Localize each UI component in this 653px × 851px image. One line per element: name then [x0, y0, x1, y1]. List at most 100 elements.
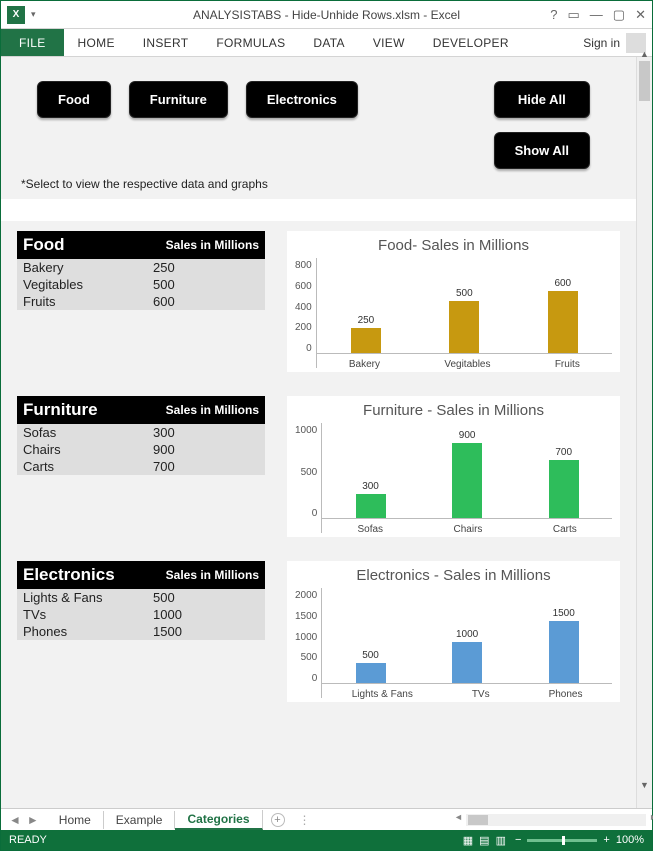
y-tick-label: 200: [295, 322, 312, 333]
bar: [356, 494, 386, 519]
sheet-tab-bar: ◄ ► Home Example Categories + ⋮: [1, 808, 652, 830]
table-row: Carts700: [17, 458, 265, 475]
tab-formulas[interactable]: FORMULAS: [202, 29, 299, 56]
y-tick-label: 1000: [295, 632, 317, 643]
bar-value-label: 500: [362, 650, 379, 661]
bar: [452, 642, 482, 684]
data-table-furniture: FurnitureSales in Millions Sofas300Chair…: [17, 396, 265, 537]
y-tick-label: 0: [312, 508, 318, 519]
zoom-out-icon[interactable]: −: [515, 834, 521, 846]
chart-title: Electronics - Sales in Millions: [295, 567, 612, 584]
y-tick-label: 400: [295, 302, 312, 313]
chart-title: Food- Sales in Millions: [295, 237, 612, 254]
y-tick-label: 2000: [295, 590, 317, 601]
bar-value-label: 1000: [456, 629, 478, 640]
table-row: Chairs900: [17, 441, 265, 458]
bar: [452, 443, 482, 519]
sign-in-label: Sign in: [583, 36, 620, 50]
y-tick-label: 0: [306, 343, 312, 354]
status-bar: READY ▦▤▥ − + 100%: [1, 830, 652, 850]
help-icon[interactable]: ?: [550, 7, 557, 22]
bar-value-label: 600: [554, 278, 571, 289]
y-tick-label: 500: [301, 467, 318, 478]
scroll-down-icon[interactable]: ▼: [637, 780, 652, 790]
y-tick-label: 500: [301, 652, 318, 663]
bar: [549, 621, 579, 684]
y-axis: 8006004002000: [295, 258, 316, 368]
bar-value-label: 300: [362, 481, 379, 492]
bar-value-label: 500: [456, 288, 473, 299]
table-row: Fruits600: [17, 293, 265, 310]
maximize-icon[interactable]: ▢: [613, 7, 625, 23]
bar: [356, 663, 386, 684]
table-row: Vegitables500: [17, 276, 265, 293]
table-title: Furniture: [23, 400, 166, 420]
tab-home[interactable]: HOME: [64, 29, 129, 56]
view-buttons[interactable]: ▦▤▥: [460, 834, 509, 847]
x-tick-label: Bakery: [349, 359, 380, 370]
tab-nav-first-icon[interactable]: ◄: [9, 813, 21, 827]
table-header-sales: Sales in Millions: [166, 568, 259, 582]
qat-dropdown-icon[interactable]: ▾: [31, 9, 36, 20]
hide-all-button[interactable]: Hide All: [494, 81, 590, 118]
tab-data[interactable]: DATA: [299, 29, 358, 56]
horizontal-scrollbar[interactable]: [466, 814, 646, 826]
y-axis: 2000 1500 1000 500 0: [295, 588, 321, 698]
table-row: Lights & Fans500: [17, 589, 265, 606]
worksheet[interactable]: Food Furniture Electronics Hide All Show…: [1, 57, 636, 808]
ribbon-options-icon[interactable]: ▭: [567, 7, 579, 23]
sheet-tab-categories[interactable]: Categories: [175, 810, 262, 830]
zoom-slider[interactable]: [527, 839, 597, 842]
y-tick-label: 0: [312, 673, 318, 684]
chart-title: Furniture - Sales in Millions: [295, 402, 612, 419]
table-header-sales: Sales in Millions: [166, 238, 259, 252]
bar: [549, 460, 579, 519]
vertical-scrollbar[interactable]: ▲ ▼: [636, 57, 652, 808]
x-tick-label: Sofas: [357, 524, 383, 535]
tab-nav-last-icon[interactable]: ►: [27, 813, 39, 827]
y-tick-label: 1500: [295, 611, 317, 622]
chart-furniture: Furniture - Sales in Millions 1000 500 0 3…: [287, 396, 620, 537]
table-row: Bakery250: [17, 259, 265, 276]
table-header-sales: Sales in Millions: [166, 403, 259, 417]
zoom-level: 100%: [616, 834, 644, 846]
y-tick-label: 1000: [295, 425, 317, 436]
electronics-button[interactable]: Electronics: [246, 81, 358, 118]
scroll-up-icon[interactable]: ▲: [637, 49, 652, 59]
table-row: TVs1000: [17, 606, 265, 623]
tab-developer[interactable]: DEVELOPER: [419, 29, 523, 56]
scroll-thumb[interactable]: [639, 61, 650, 101]
sheet-tab-example[interactable]: Example: [104, 811, 176, 829]
x-tick-label: Chairs: [454, 524, 483, 535]
food-button[interactable]: Food: [37, 81, 111, 118]
data-table-electronics: ElectronicsSales in Millions Lights & Fa…: [17, 561, 265, 702]
ribbon-tabs: FILE HOME INSERT FORMULAS DATA VIEW DEVE…: [1, 29, 652, 57]
close-icon[interactable]: ✕: [635, 7, 646, 23]
y-tick-label: 800: [295, 260, 312, 271]
tab-divider: ⋮: [299, 813, 311, 827]
sheet-tab-home[interactable]: Home: [47, 811, 104, 829]
x-axis: Lights & FansTVsPhones: [322, 689, 612, 700]
bar-value-label: 900: [459, 430, 476, 441]
x-axis: Sofas Chairs Carts: [322, 524, 612, 535]
titlebar: X ▾ ANALYSISTABS - Hide-Unhide Rows.xlsm…: [1, 1, 652, 29]
status-ready: READY: [9, 834, 47, 846]
data-table-food: FoodSales in Millions Bakery250Vegitable…: [17, 231, 265, 372]
chart-electronics: Electronics - Sales in Millions 2000 1500…: [287, 561, 620, 702]
x-tick-label: Phones: [549, 689, 583, 700]
x-tick-label: Fruits: [555, 359, 580, 370]
show-all-button[interactable]: Show All: [494, 132, 590, 169]
table-row: Phones1500: [17, 623, 265, 640]
bar-value-label: 1500: [553, 608, 575, 619]
y-axis: 1000 500 0: [295, 423, 321, 533]
new-sheet-icon[interactable]: +: [271, 813, 285, 827]
zoom-in-icon[interactable]: +: [603, 834, 609, 846]
tab-view[interactable]: VIEW: [359, 29, 419, 56]
furniture-button[interactable]: Furniture: [129, 81, 228, 118]
bar: [351, 328, 381, 354]
excel-icon: X: [7, 6, 25, 24]
tab-insert[interactable]: INSERT: [129, 29, 203, 56]
minimize-icon[interactable]: —: [590, 7, 603, 22]
x-tick-label: Carts: [553, 524, 577, 535]
tab-file[interactable]: FILE: [1, 29, 64, 56]
